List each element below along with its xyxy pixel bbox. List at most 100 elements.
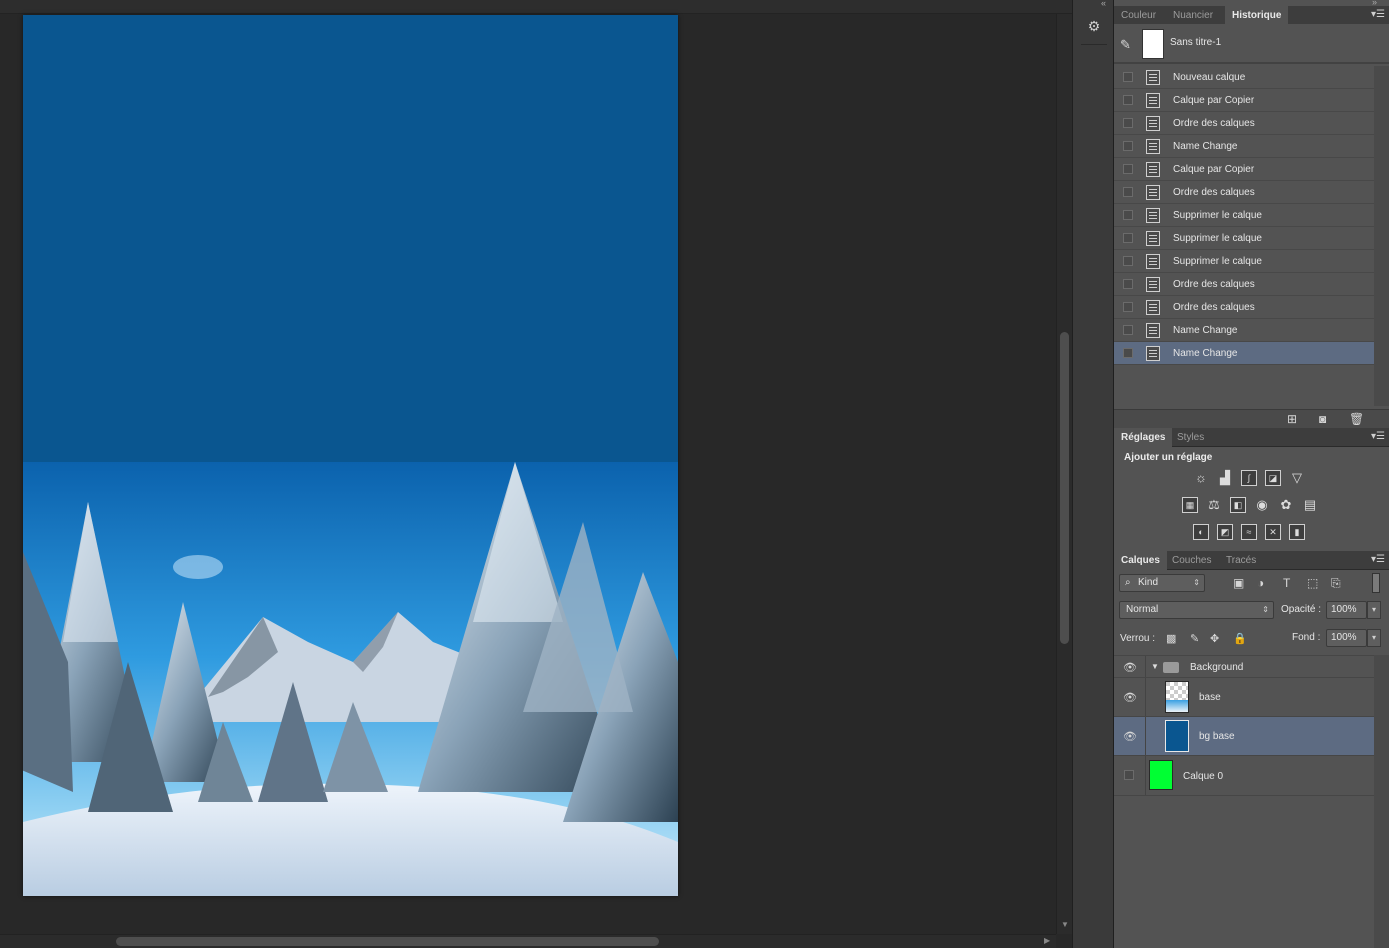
visibility-eye-icon[interactable]: 👁: [1123, 730, 1137, 743]
levels-icon[interactable]: ▟: [1217, 470, 1233, 486]
visibility-eye-icon[interactable]: 👁: [1123, 661, 1137, 674]
selective-color-icon[interactable]: ✕: [1265, 524, 1281, 540]
visibility-eye-icon[interactable]: 👁: [1123, 691, 1137, 704]
photo-filter-icon[interactable]: ◉: [1254, 497, 1270, 513]
lock-transparent-pixels-icon[interactable]: ▩: [1166, 632, 1176, 645]
adjustment-layer-filter-icon[interactable]: ◑: [1257, 576, 1264, 590]
history-item-label: Supprimer le calque: [1173, 210, 1262, 221]
history-source-checkbox[interactable]: [1123, 302, 1133, 312]
tab-traces[interactable]: Tracés: [1219, 551, 1263, 570]
gradient-map-icon[interactable]: ▮: [1289, 524, 1305, 540]
disclosure-triangle-icon[interactable]: ▼: [1151, 662, 1159, 671]
history-source-checkbox[interactable]: [1123, 141, 1133, 151]
tab-couleur[interactable]: Couleur: [1114, 6, 1163, 25]
tab-calques[interactable]: Calques: [1114, 551, 1167, 570]
history-item[interactable]: Calque par Copier: [1114, 158, 1374, 181]
panel-menu-icon[interactable]: ▾☰: [1371, 9, 1385, 20]
history-item[interactable]: Ordre des calques: [1114, 296, 1374, 319]
vertical-scrollbar[interactable]: ▼: [1056, 14, 1072, 934]
history-source-checkbox[interactable]: [1123, 72, 1133, 82]
horizontal-scrollbar[interactable]: ▶: [0, 934, 1056, 948]
history-source-checkbox[interactable]: [1123, 187, 1133, 197]
lock-image-pixels-icon[interactable]: ✎: [1190, 632, 1199, 645]
scroll-right-arrow-icon[interactable]: ▶: [1044, 936, 1050, 945]
collapse-arrows-icon[interactable]: «: [1101, 0, 1106, 8]
group-name: Background: [1190, 662, 1244, 673]
layer-filter-select[interactable]: ⌕ Kind ⇕: [1119, 574, 1205, 592]
history-item[interactable]: Name Change: [1114, 342, 1374, 365]
opacity-input[interactable]: 100%: [1326, 601, 1367, 619]
fill-dropdown-icon[interactable]: ▾: [1367, 629, 1381, 647]
layer-row-calque-0[interactable]: Calque 0: [1114, 756, 1374, 796]
history-item[interactable]: Nouveau calque: [1114, 66, 1374, 89]
history-item[interactable]: Ordre des calques: [1114, 112, 1374, 135]
history-item[interactable]: Ordre des calques: [1114, 273, 1374, 296]
history-source-checkbox[interactable]: [1123, 118, 1133, 128]
tab-historique[interactable]: Historique: [1225, 6, 1289, 25]
lock-all-icon[interactable]: 🔒: [1233, 632, 1247, 645]
history-source-checkbox[interactable]: [1123, 325, 1133, 335]
properties-panel-icon[interactable]: ⚙: [1085, 18, 1103, 38]
visibility-toggle-off[interactable]: [1124, 770, 1134, 780]
panel-menu-icon[interactable]: ▾☰: [1371, 431, 1385, 442]
color-balance-icon[interactable]: ⚖: [1206, 497, 1222, 513]
camera-snapshot-icon[interactable]: ◙: [1319, 412, 1326, 426]
black-white-icon[interactable]: ◧: [1230, 497, 1246, 513]
history-item[interactable]: Name Change: [1114, 319, 1374, 342]
exposure-icon[interactable]: ◪: [1265, 470, 1281, 486]
history-source-checkbox[interactable]: [1123, 348, 1133, 358]
lock-position-icon[interactable]: ✥: [1210, 632, 1219, 645]
hue-saturation-icon[interactable]: ▦: [1182, 497, 1198, 513]
history-source-checkbox[interactable]: [1123, 95, 1133, 105]
layer-row-base[interactable]: 👁 base: [1114, 678, 1374, 717]
scroll-down-arrow-icon[interactable]: ▼: [1061, 920, 1069, 929]
history-item[interactable]: Name Change: [1114, 135, 1374, 158]
smart-object-filter-icon[interactable]: ⎘: [1331, 576, 1341, 591]
history-source-checkbox[interactable]: [1123, 210, 1133, 220]
canvas-workspace[interactable]: ▼ ▶: [0, 0, 1072, 948]
pixel-layer-filter-icon[interactable]: ▣: [1233, 576, 1244, 590]
history-source-checkbox[interactable]: [1123, 256, 1133, 266]
history-list: Nouveau calque Calque par Copier Ordre des…: [1114, 66, 1374, 365]
filter-toggle-switch[interactable]: [1372, 573, 1380, 593]
color-lookup-icon[interactable]: ▤: [1302, 497, 1318, 513]
vertical-scroll-thumb[interactable]: [1060, 332, 1069, 644]
tab-couches[interactable]: Couches: [1165, 551, 1218, 570]
threshold-icon[interactable]: ≈: [1241, 524, 1257, 540]
history-source-checkbox[interactable]: [1123, 279, 1133, 289]
opacity-dropdown-icon[interactable]: ▾: [1367, 601, 1381, 619]
history-item[interactable]: Calque par Copier: [1114, 89, 1374, 112]
tab-styles[interactable]: Styles: [1170, 428, 1211, 447]
invert-icon[interactable]: ◐: [1193, 524, 1209, 540]
document-canvas[interactable]: [23, 15, 678, 896]
history-item[interactable]: Supprimer le calque: [1114, 227, 1374, 250]
posterize-icon[interactable]: ◩: [1217, 524, 1233, 540]
new-document-from-state-icon[interactable]: ⊞: [1287, 412, 1297, 426]
type-layer-filter-icon[interactable]: T: [1283, 576, 1290, 590]
trash-icon[interactable]: 🗑: [1349, 412, 1364, 426]
history-source-checkbox[interactable]: [1123, 233, 1133, 243]
history-item[interactable]: Supprimer le calque: [1114, 204, 1374, 227]
layer-group-row[interactable]: 👁 ▼ Background: [1114, 655, 1374, 678]
fill-input[interactable]: 100%: [1326, 629, 1367, 647]
blend-mode-select[interactable]: Normal ⇕: [1119, 601, 1274, 619]
history-brush-icon[interactable]: ✎: [1120, 37, 1131, 53]
history-item-label: Ordre des calques: [1173, 187, 1255, 198]
channel-mixer-icon[interactable]: ✿: [1278, 497, 1294, 513]
history-item[interactable]: Ordre des calques: [1114, 181, 1374, 204]
layer-row-bg-base[interactable]: 👁 bg base: [1114, 717, 1374, 756]
tab-reglages[interactable]: Réglages: [1114, 428, 1173, 447]
tab-nuancier[interactable]: Nuancier: [1166, 6, 1220, 25]
row-divider: [1145, 756, 1146, 795]
panel-menu-icon[interactable]: ▾☰: [1371, 554, 1385, 565]
curves-icon[interactable]: ∫: [1241, 470, 1257, 486]
vibrance-icon[interactable]: ▽: [1289, 470, 1305, 486]
shape-layer-filter-icon[interactable]: ⬚: [1307, 576, 1318, 590]
layers-scrollbar[interactable]: [1374, 655, 1389, 948]
history-source-checkbox[interactable]: [1123, 164, 1133, 174]
history-scrollbar[interactable]: [1374, 66, 1389, 406]
history-snapshot[interactable]: ✎ Sans titre-1: [1114, 24, 1389, 64]
history-item[interactable]: Supprimer le calque: [1114, 250, 1374, 273]
brightness-contrast-icon[interactable]: ☼: [1193, 470, 1209, 486]
horizontal-scroll-thumb[interactable]: [116, 937, 659, 946]
